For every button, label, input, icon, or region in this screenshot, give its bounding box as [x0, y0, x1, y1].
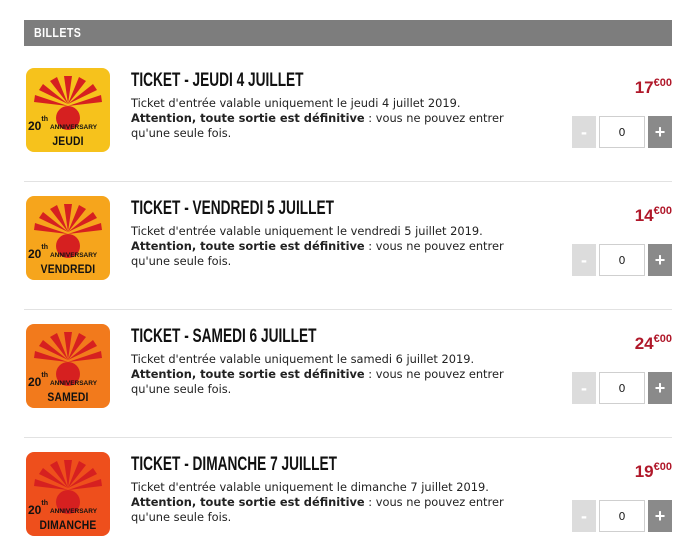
quantity-input[interactable]: [599, 244, 645, 276]
section-title: BILLETS: [34, 25, 82, 40]
badge-day-label: JEUDI: [52, 134, 84, 148]
decrease-quantity-button[interactable]: -: [572, 500, 596, 532]
ticket-row: 20thANNIVERSARY SAMEDI TICKET - SAMEDI 6…: [24, 310, 672, 438]
decrease-quantity-button[interactable]: -: [572, 116, 596, 148]
ticket-warning-text: Attention, toute sortie est définitive :…: [131, 495, 521, 525]
ticket-description: Ticket d'entrée valable uniquement le di…: [131, 480, 521, 525]
ticket-warning-strong: Attention, toute sortie est définitive: [131, 367, 365, 381]
ticket-description: Ticket d'entrée valable uniquement le ve…: [131, 224, 521, 269]
ticket-warning-strong: Attention, toute sortie est définitive: [131, 239, 365, 253]
ticket-warning-strong: Attention, toute sortie est définitive: [131, 495, 365, 509]
increase-quantity-button[interactable]: +: [648, 500, 672, 532]
ticket-warning-text: Attention, toute sortie est définitive :…: [131, 367, 521, 397]
quantity-stepper: - +: [572, 372, 672, 404]
badge-anniversary-text: 20thANNIVERSARY: [28, 500, 98, 517]
quantity-input[interactable]: [599, 116, 645, 148]
increase-quantity-button[interactable]: +: [648, 372, 672, 404]
quantity-stepper: - +: [572, 116, 672, 148]
ticket-price: 17€00: [634, 77, 672, 97]
badge-day-label: VENDREDI: [40, 262, 96, 276]
ticket-validity-text: Ticket d'entrée valable uniquement le di…: [131, 480, 489, 494]
increase-quantity-button[interactable]: +: [648, 244, 672, 276]
decrease-quantity-button[interactable]: -: [572, 372, 596, 404]
ticket-badge-image: 20thANNIVERSARY VENDREDI: [26, 196, 110, 280]
quantity-stepper: - +: [572, 244, 672, 276]
quantity-input[interactable]: [599, 500, 645, 532]
ticket-price: 24€00: [634, 333, 672, 353]
ticket-row: 20thANNIVERSARY VENDREDI TICKET - VENDRE…: [24, 182, 672, 310]
decrease-quantity-button[interactable]: -: [572, 244, 596, 276]
badge-anniversary-text: 20thANNIVERSARY: [28, 244, 98, 261]
ticket-badge-image: 20thANNIVERSARY DIMANCHE: [26, 452, 110, 536]
ticket-validity-text: Ticket d'entrée valable uniquement le sa…: [131, 352, 475, 366]
ticket-row: 20thANNIVERSARY DIMANCHE TICKET - DIMANC…: [24, 438, 672, 547]
ticket-row: 20thANNIVERSARY JEUDI TICKET - JEUDI 4 J…: [24, 54, 672, 182]
badge-anniversary-text: 20thANNIVERSARY: [28, 372, 98, 389]
badge-day-label: SAMEDI: [47, 390, 89, 404]
ticket-badge-image: 20thANNIVERSARY JEUDI: [26, 68, 110, 152]
ticket-title: TICKET - DIMANCHE 7 JUILLET: [131, 454, 337, 475]
quantity-stepper: - +: [572, 500, 672, 532]
ticket-title: TICKET - VENDREDI 5 JUILLET: [131, 198, 334, 219]
ticket-price: 19€00: [634, 461, 672, 481]
ticket-warning-strong: Attention, toute sortie est définitive: [131, 111, 365, 125]
ticket-validity-text: Ticket d'entrée valable uniquement le ve…: [131, 224, 483, 238]
ticket-title: TICKET - SAMEDI 6 JUILLET: [131, 326, 317, 347]
ticket-price: 14€00: [634, 205, 672, 225]
badge-day-label: DIMANCHE: [39, 518, 97, 532]
quantity-input[interactable]: [599, 372, 645, 404]
section-header: BILLETS: [24, 20, 672, 46]
ticket-warning-text: Attention, toute sortie est définitive :…: [131, 111, 521, 141]
ticket-title: TICKET - JEUDI 4 JUILLET: [131, 70, 304, 91]
ticket-validity-text: Ticket d'entrée valable uniquement le je…: [131, 96, 461, 110]
ticket-description: Ticket d'entrée valable uniquement le sa…: [131, 352, 521, 397]
badge-anniversary-text: 20thANNIVERSARY: [28, 116, 98, 133]
ticket-warning-text: Attention, toute sortie est définitive :…: [131, 239, 521, 269]
ticket-description: Ticket d'entrée valable uniquement le je…: [131, 96, 521, 141]
increase-quantity-button[interactable]: +: [648, 116, 672, 148]
ticket-badge-image: 20thANNIVERSARY SAMEDI: [26, 324, 110, 408]
